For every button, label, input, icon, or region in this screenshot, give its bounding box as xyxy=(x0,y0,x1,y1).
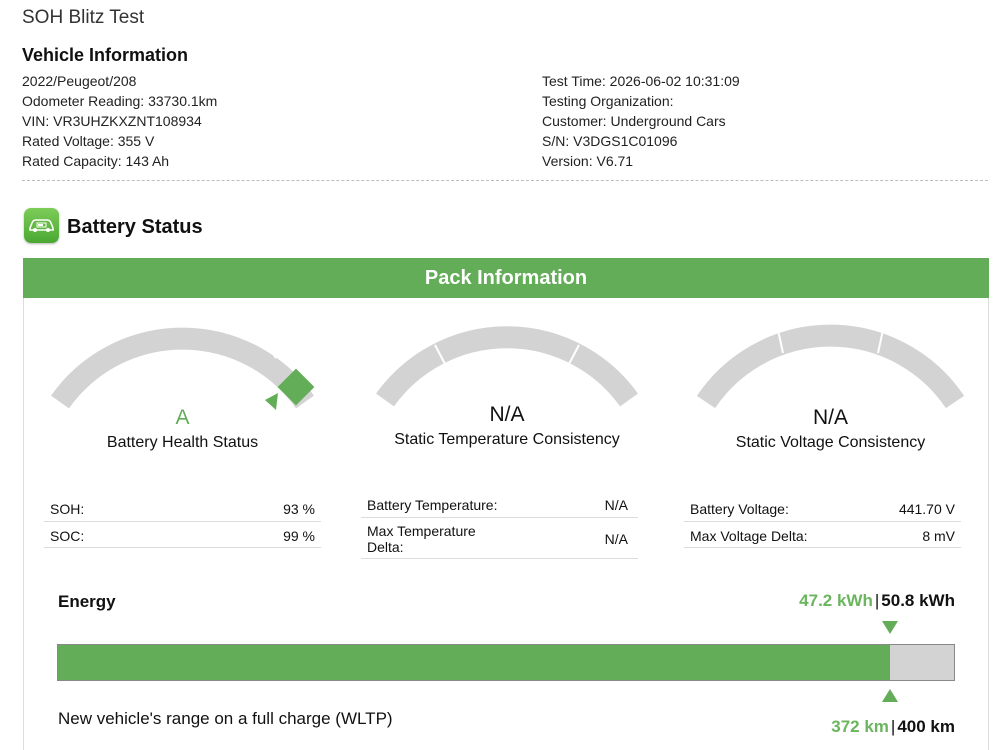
serial-number: S/N: V3DGS1C01096 xyxy=(542,133,678,149)
max-temperature-delta-label: Max Temperature Delta: xyxy=(367,523,476,555)
battery-voltage-value: 441.70 V xyxy=(898,501,955,517)
energy-label: Energy xyxy=(58,592,116,611)
soc-label: SOC: xyxy=(50,528,85,544)
odometer-reading: Odometer Reading: 33730.1km xyxy=(22,93,218,109)
soh-value: 93 % xyxy=(283,501,315,517)
voltage-gauge-arc xyxy=(696,324,965,409)
voltage-consistency-value: N/A xyxy=(812,406,848,429)
table-row: Battery Voltage: 441.70 V xyxy=(684,496,961,522)
range-total: 400 km xyxy=(897,717,955,736)
wltp-range-label: New vehicle's range on a full charge (WL… xyxy=(58,709,393,728)
page-title: SOH Blitz Test xyxy=(22,7,145,28)
battery-health-gauge-arc xyxy=(51,327,315,410)
pack-info-header: Pack Information xyxy=(23,258,989,298)
energy-marker-top xyxy=(882,621,898,634)
section-divider xyxy=(22,180,988,181)
energy-bar-fill xyxy=(58,645,891,680)
battery-temperature-value: N/A xyxy=(604,497,628,513)
vin: VIN: VR3UHZKXZNT108934 xyxy=(22,113,202,129)
customer: Customer: Underground Cars xyxy=(542,113,726,129)
voltage-consistency-gauge: N/A Static Voltage Consistency xyxy=(688,320,973,451)
pack-info-header-label: Pack Information xyxy=(424,267,588,289)
rated-voltage: Rated Voltage: 355 V xyxy=(22,133,155,149)
battery-health-value: A xyxy=(175,406,190,429)
battery-health-gauge: A Battery Health Status xyxy=(40,320,325,451)
table-row: SOH: 93 % xyxy=(44,496,321,522)
voltage-consistency-label: Static Voltage Consistency xyxy=(735,434,926,451)
range-current: 372 km xyxy=(831,717,889,736)
battery-status-title: Battery Status xyxy=(67,216,203,238)
rated-capacity: Rated Capacity: 143 Ah xyxy=(22,153,170,169)
vehicle-info-heading: Vehicle Information xyxy=(22,45,189,65)
table-row: Max Voltage Delta: 8 mV xyxy=(684,522,961,548)
energy-bar xyxy=(57,621,955,702)
table-row: Battery Temperature: N/A xyxy=(361,492,638,518)
range-marker-bottom xyxy=(882,689,898,702)
max-voltage-delta-label: Max Voltage Delta: xyxy=(690,528,808,544)
battery-car-icon xyxy=(24,208,59,243)
temperature-consistency-gauge: N/A Static Temperature Consistency xyxy=(367,320,647,448)
battery-temperature-label: Battery Temperature: xyxy=(367,497,498,513)
vehicle-info-right: Test Time: 2026-06-02 10:31:09 Testing O… xyxy=(542,71,740,171)
table-row: SOC: 99 % xyxy=(44,522,321,548)
range-readout: 372 km | 400 km xyxy=(831,717,955,737)
table-row: Max Temperature Delta: N/A xyxy=(361,518,638,559)
battery-voltage-label: Battery Voltage: xyxy=(690,501,789,517)
health-stats-table: SOH: 93 % SOC: 99 % xyxy=(44,496,321,548)
battery-health-label: Battery Health Status xyxy=(106,434,259,451)
vehicle-info-left: 2022/Peugeot/208 Odometer Reading: 33730… xyxy=(22,71,217,171)
max-voltage-delta-value: 8 mV xyxy=(922,528,955,544)
energy-total: 50.8 kWh xyxy=(881,591,955,610)
testing-organization: Testing Organization: xyxy=(542,93,674,109)
voltage-stats-table: Battery Voltage: 441.70 V Max Voltage De… xyxy=(684,496,961,548)
temperature-stats-table: Battery Temperature: N/A Max Temperature… xyxy=(361,492,638,559)
temperature-consistency-value: N/A xyxy=(489,403,525,426)
soc-value: 99 % xyxy=(283,528,315,544)
max-temperature-delta-value: N/A xyxy=(604,531,628,547)
software-version: Version: V6.71 xyxy=(542,153,634,169)
test-time: Test Time: 2026-06-02 10:31:09 xyxy=(542,73,740,89)
vehicle-model: 2022/Peugeot/208 xyxy=(22,73,137,89)
energy-readout: 47.2 kWh | 50.8 kWh xyxy=(799,591,955,611)
soh-label: SOH: xyxy=(50,501,85,517)
temperature-consistency-label: Static Temperature Consistency xyxy=(394,431,620,448)
energy-current: 47.2 kWh xyxy=(799,591,873,610)
